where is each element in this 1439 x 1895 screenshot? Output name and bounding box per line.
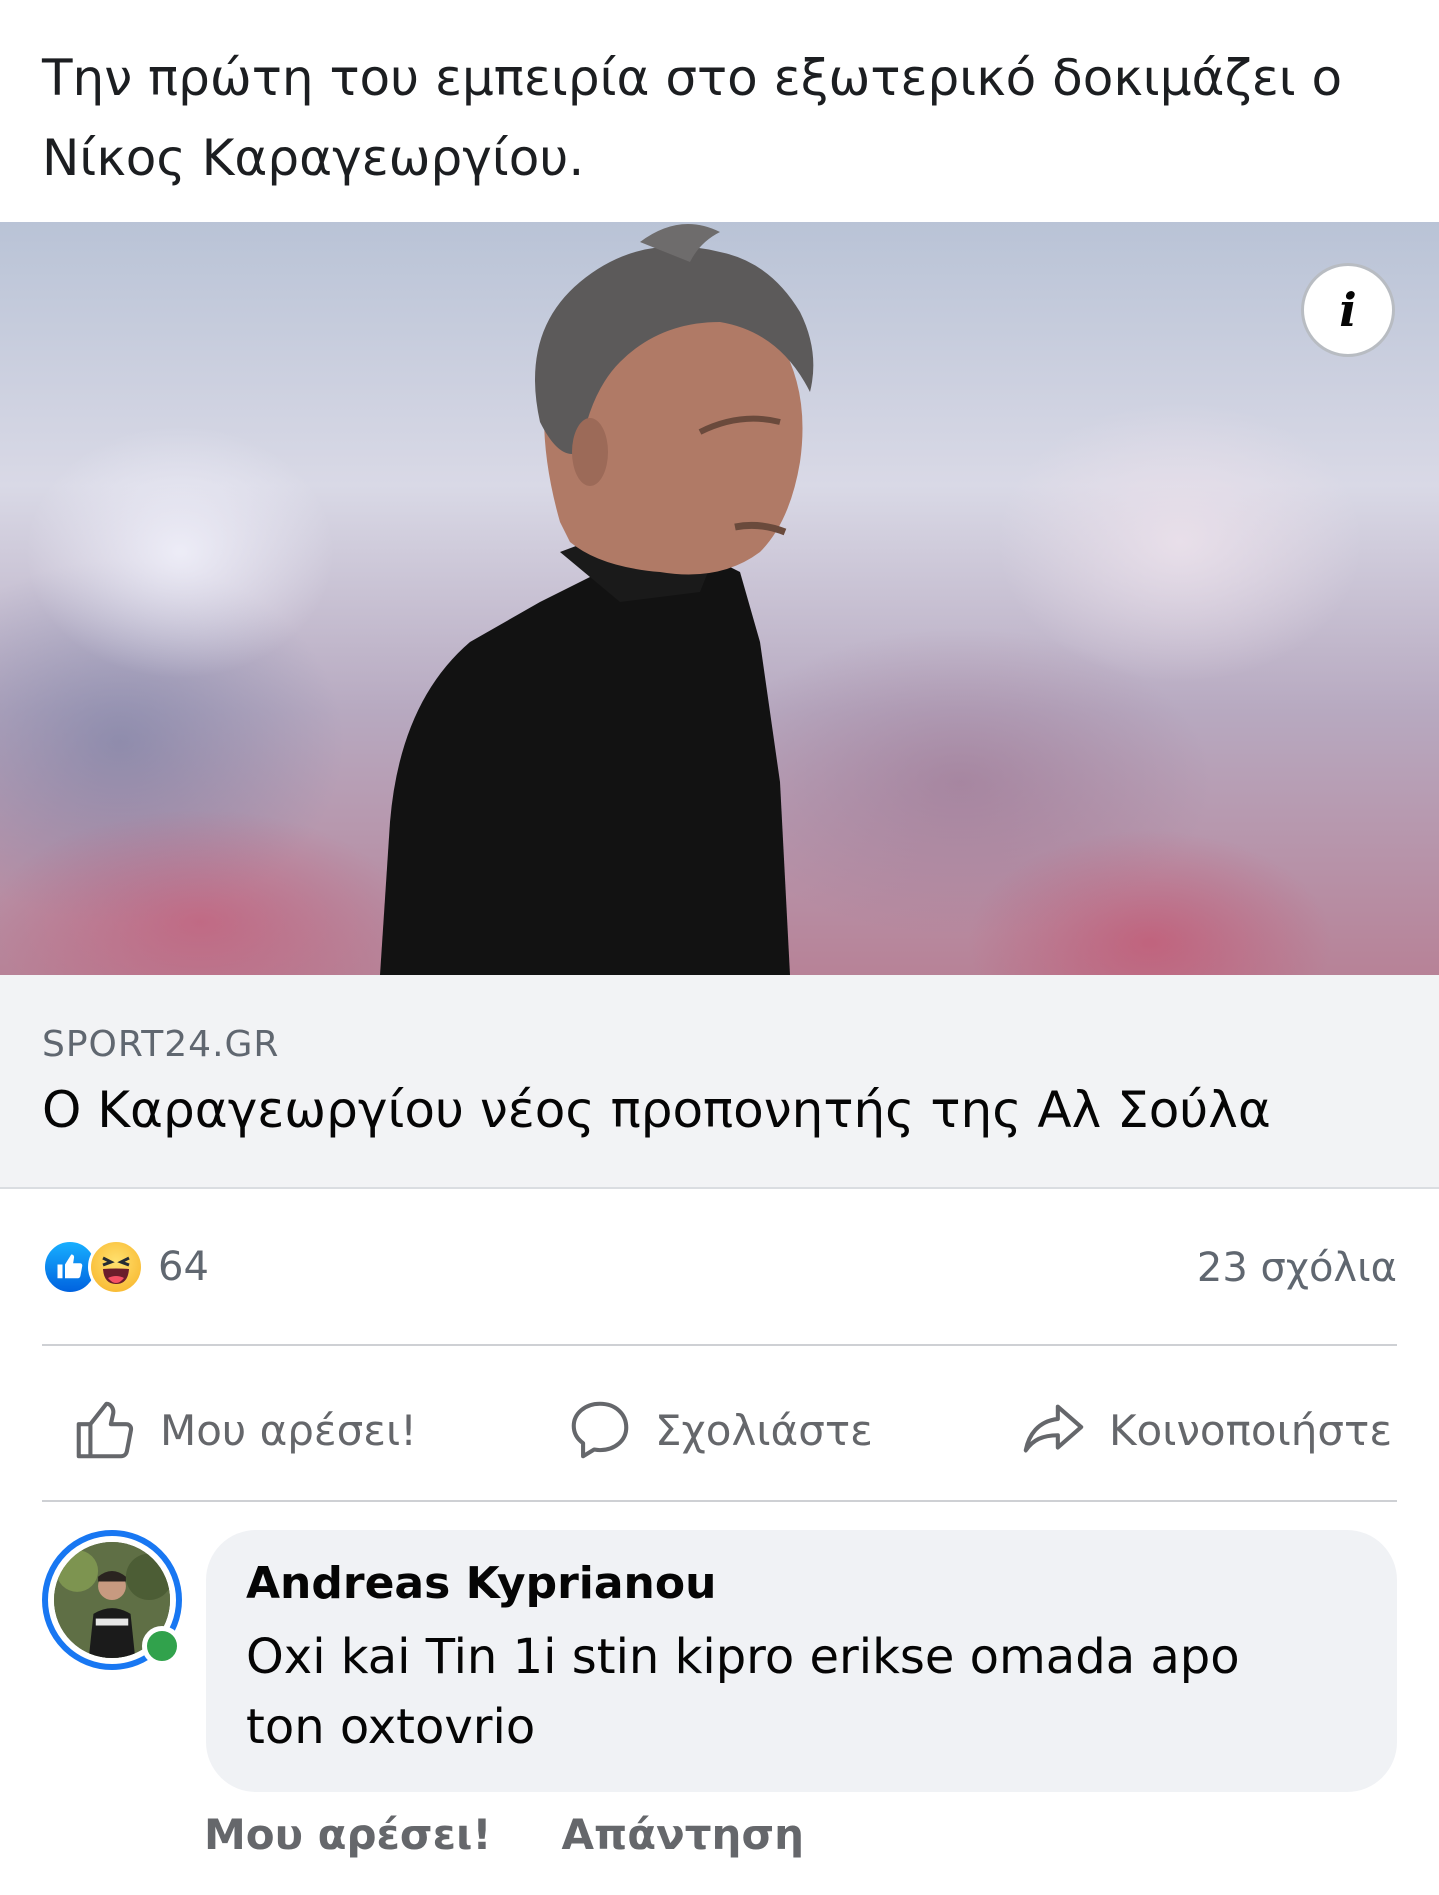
- comment-like-button[interactable]: Μου αρέσει!: [204, 1810, 492, 1859]
- share-arrow-icon: [1023, 1404, 1084, 1453]
- comment-actions: Μου αρέσει! Απάντηση: [204, 1810, 804, 1859]
- haha-reaction-icon: [88, 1239, 144, 1295]
- post-stats: 64 23 σχόλια: [0, 1225, 1439, 1335]
- post-text: Την πρώτη του εμπειρία στο εξωτερικό δοκ…: [42, 49, 1343, 187]
- share-button[interactable]: Κοινοποιήστε: [1015, 1395, 1392, 1465]
- comment-count[interactable]: 23 σχόλια: [1197, 1245, 1397, 1291]
- comment-bubble[interactable]: Andreas Kyprianou Oxi kai Tin 1i stin ki…: [206, 1530, 1397, 1792]
- comment-button[interactable]: Σχολιάστε: [565, 1395, 873, 1465]
- link-headline[interactable]: Ο Καραγεωργίου νέος προπονητής της Αλ Σο…: [42, 1075, 1439, 1145]
- reactions-summary[interactable]: 64: [42, 1239, 209, 1295]
- link-card-footer[interactable]: SPORT24.GR Ο Καραγεωργίου νέος προπονητή…: [0, 975, 1439, 1189]
- coach-photo: [380, 224, 814, 975]
- link-preview-card[interactable]: i SPORT24.GR Ο Καραγεωργίου νέος προπονη…: [0, 222, 1439, 1189]
- link-domain: SPORT24.GR: [42, 1024, 280, 1065]
- divider: [42, 1500, 1397, 1502]
- comment-button-label: Σχολιάστε: [655, 1405, 873, 1455]
- comment-bubble-icon: [571, 1401, 629, 1459]
- avatar[interactable]: [42, 1530, 182, 1670]
- share-button-label: Κοινοποιήστε: [1109, 1405, 1393, 1455]
- like-button[interactable]: Μου αρέσει!: [70, 1395, 417, 1465]
- like-button-label: Μου αρέσει!: [160, 1405, 418, 1455]
- thumbs-up-icon: [76, 1401, 134, 1459]
- online-status-dot: [142, 1626, 182, 1666]
- post-actions-bar: Μου αρέσει! Σχολιάστε Κοινοποιήστε: [0, 1345, 1439, 1505]
- comment-text: Oxi kai Tin 1i stin kipro erikse omada a…: [246, 1629, 1240, 1755]
- info-icon[interactable]: i: [1301, 263, 1395, 357]
- reaction-count: 64: [158, 1244, 209, 1290]
- article-image[interactable]: i: [0, 222, 1439, 975]
- comment-reply-button[interactable]: Απάντηση: [562, 1810, 805, 1859]
- comment-author[interactable]: Andreas Kyprianou: [246, 1554, 1357, 1614]
